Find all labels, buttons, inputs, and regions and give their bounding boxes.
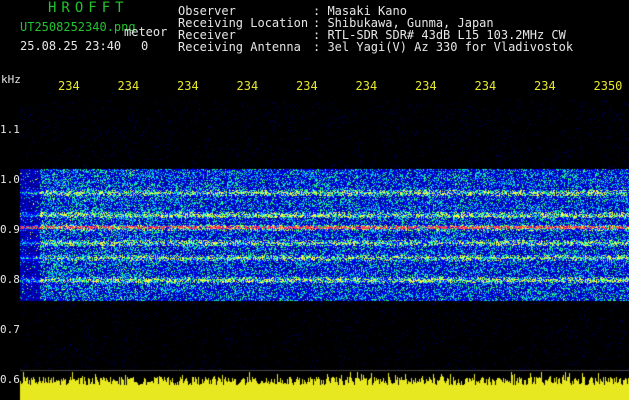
x-tick-label: 234 [534, 79, 556, 93]
x-tick-label: 234 [415, 79, 437, 93]
y-tick-label: 0.9 [0, 223, 20, 236]
timestamp: 25.08.25 23:40 [20, 39, 122, 53]
x-tick-label: 234 [296, 79, 318, 93]
x-tick-label: 234 [474, 79, 497, 93]
x-tick-label: 234 [58, 79, 80, 93]
y-tick-label: 1.1 [0, 123, 20, 136]
spectrogram-canvas [0, 100, 629, 400]
x-tick-label: 234 [236, 79, 259, 93]
y-tick-label: 0.7 [0, 323, 20, 336]
x-tick-label: 234 [177, 79, 199, 93]
x-tick-label: 234 [355, 79, 378, 93]
mode-tag: meteor [124, 25, 168, 39]
y-unit-label: kHz [1, 73, 21, 86]
antenna-value: : 3el Yagi(V) Az 330 for Vladivostok [313, 40, 574, 54]
y-tick-label: 1.0 [0, 173, 20, 186]
antenna-key: Receiving Antenna [178, 40, 301, 54]
x-tick-label: 2350 [593, 79, 623, 93]
x-tick-label: 234 [117, 79, 140, 93]
detection-count: 0 [141, 39, 149, 53]
y-tick-label: 0.6 [0, 373, 20, 386]
info-header: HROFFT UT2508252340.png meteor 25.08.25 … [0, 0, 629, 70]
app-brand: HROFFT [48, 0, 129, 16]
y-tick-label: 0.8 [0, 273, 20, 286]
file-name: UT2508252340.png [20, 20, 136, 34]
